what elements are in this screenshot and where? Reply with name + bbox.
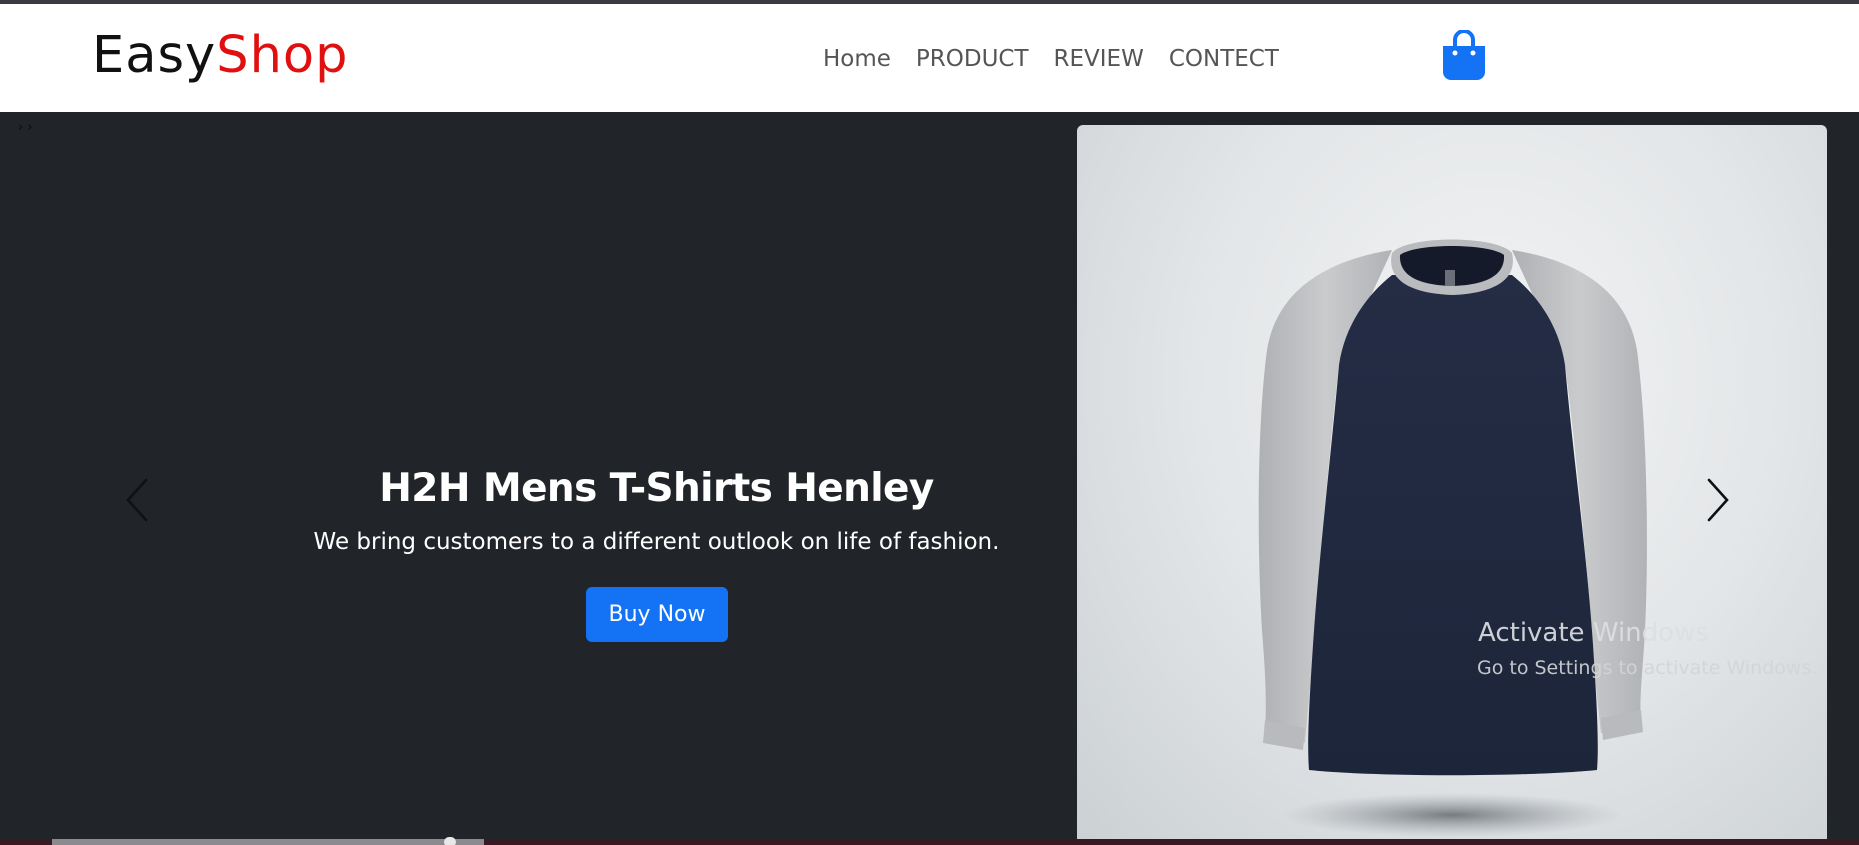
nav-contect[interactable]: CONTECT	[1169, 44, 1279, 74]
nav-review[interactable]: REVIEW	[1054, 44, 1144, 74]
nav-menu: Home PRODUCT REVIEW CONTECT	[823, 44, 1279, 74]
buy-now-button[interactable]: Buy Now	[586, 587, 728, 642]
breadcrumb: › ›	[18, 120, 33, 135]
chevron-left-icon[interactable]	[118, 470, 158, 530]
scrollbar-thumb[interactable]	[52, 837, 484, 845]
brand-name-part2: Shop	[216, 26, 349, 85]
windows-activation-subtitle: Go to Settings to activate Windows.	[1477, 657, 1818, 679]
navbar: EasyShop Home PRODUCT REVIEW CONTECT	[0, 4, 1859, 112]
windows-activation-title: Activate Windows	[1478, 618, 1709, 648]
brand-logo[interactable]: EasyShop	[92, 26, 349, 86]
nav-product[interactable]: PRODUCT	[916, 44, 1029, 74]
shopping-bag-icon[interactable]	[1441, 29, 1487, 80]
hero-subtitle: We bring customers to a different outloo…	[313, 529, 1000, 555]
brand-name-part1: Easy	[92, 26, 217, 85]
horizontal-scrollbar[interactable]	[0, 837, 1859, 845]
scrollbar-knob[interactable]	[444, 837, 456, 845]
nav-home[interactable]: Home	[823, 44, 891, 74]
chevron-right-icon[interactable]	[1697, 470, 1737, 530]
hero-carousel: › › H2H Mens T-Shirts Henley We bring cu…	[0, 112, 1859, 845]
hero-title: H2H Mens T-Shirts Henley	[379, 466, 934, 511]
